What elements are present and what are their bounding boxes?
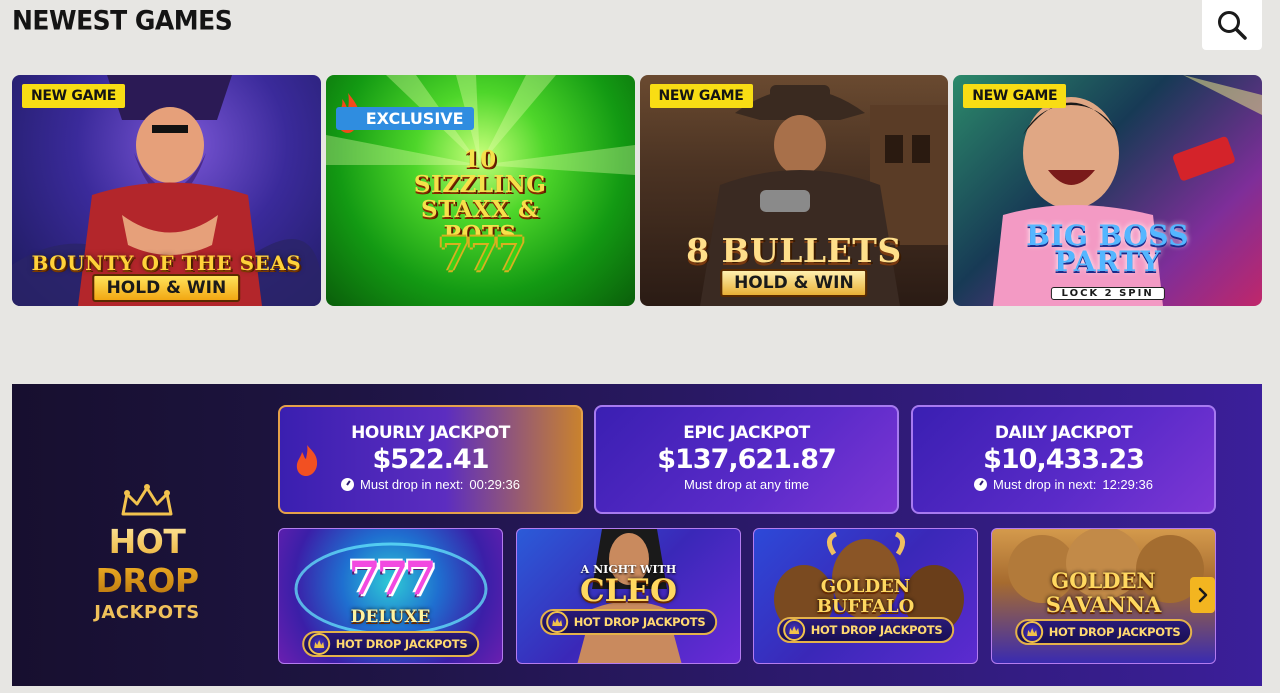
new-game-badge: NEW GAME: [649, 84, 753, 108]
crown-coin-icon: [782, 619, 805, 641]
tile-title: 777: [348, 551, 436, 605]
tile-title: CLEO: [579, 573, 678, 609]
tile-title: GOLDEN BUFFALO: [816, 576, 915, 617]
game-card-bounty-of-the-seas[interactable]: NEW GAME BOUNTY OF THE SEAS HOLD & WIN: [12, 75, 321, 306]
hot-drop-jackpots-label: HOT DROP JACKPOTS: [810, 623, 943, 637]
game-card-8-bullets[interactable]: NEW GAME 8 BULLETS HOLD & WIN: [639, 75, 949, 306]
jackpot-drop-time: 12:29:36: [1102, 477, 1153, 492]
crown-coin-icon: [307, 633, 330, 655]
jackpot-drop-info: Must drop at any time: [596, 477, 897, 492]
jackpots-subtitle: JACKPOTS: [94, 602, 200, 623]
jackpot-name: HOURLY JACKPOT: [351, 423, 510, 443]
game-subtitle: LOCK 2 SPIN: [1050, 287, 1165, 300]
game-title: 8 BULLETS: [686, 231, 902, 270]
game-title: BIG BOSS PARTY: [1026, 219, 1190, 278]
jackpot-name: DAILY JACKPOT: [994, 423, 1133, 443]
crown-icon: [121, 484, 173, 516]
exclusive-badge: EXCLUSIVE: [335, 107, 474, 130]
section-title: NEWEST GAMES: [12, 5, 233, 36]
jackpot-drop-label: Must drop in next:: [360, 477, 464, 492]
page: NEWEST GAMES NEW GAME BOUNTY OF THE SEAS…: [0, 0, 1280, 693]
hot-drop-jackpots-label: HOT DROP JACKPOTS: [335, 637, 468, 651]
hot-drop-jackpots-pill: HOT DROP JACKPOTS: [1014, 619, 1193, 645]
crown-coin-icon: [1020, 621, 1043, 643]
daily-jackpot-card[interactable]: DAILY JACKPOT $10,433.23 Must drop in ne…: [911, 405, 1216, 514]
new-game-badge: NEW GAME: [963, 84, 1067, 108]
game-tile-777-deluxe[interactable]: 777 DELUXE HOT DROP JACKPOTS: [278, 528, 503, 664]
hot-drop-jackpots-pill: HOT DROP JACKPOTS: [776, 617, 955, 643]
game-subtitle: HOLD & WIN: [92, 274, 241, 302]
hot-drop-jackpots-pill: HOT DROP JACKPOTS: [301, 631, 480, 657]
clock-icon: [341, 478, 355, 491]
hot-drop-jackpots-label: HOT DROP JACKPOTS: [1048, 625, 1181, 639]
hot-drop-jackpots-pill: HOT DROP JACKPOTS: [539, 609, 718, 635]
clock-icon: [974, 478, 988, 491]
hot-drop-jackpots-banner: HOT DROP JACKPOTS HOURLY JACKPOT $522.41…: [12, 384, 1262, 686]
hot-drop-jackpots-label: HOT DROP JACKPOTS: [573, 615, 706, 629]
hourly-jackpot-card[interactable]: HOURLY JACKPOT $522.41 Must drop in next…: [278, 405, 583, 514]
new-game-badge: NEW GAME: [22, 84, 126, 108]
tile-title: GOLDEN SAVANNA: [1045, 568, 1162, 617]
jackpot-amount: $522.41: [372, 444, 490, 475]
tile-subtitle: DELUXE: [350, 607, 431, 627]
game-tile-cleo[interactable]: A NIGHT WITH CLEO HOT DROP JACKPOTS: [516, 528, 741, 664]
jackpot-drop-time: 00:29:36: [469, 477, 520, 492]
search-icon: [1218, 11, 1247, 40]
jackpot-name: EPIC JACKPOT: [683, 423, 810, 443]
game-subtitle: HOLD & WIN: [720, 269, 868, 297]
hot-drop-logo: HOT DROP JACKPOTS: [52, 484, 242, 623]
game-title: BOUNTY OF THE SEAS: [31, 251, 302, 275]
jackpot-drop-info: Must drop in next: 00:29:36: [280, 477, 581, 492]
jackpot-drop-label: Must drop at any time: [684, 477, 809, 492]
game-subtitle: 777: [438, 227, 526, 281]
fire-icon: [296, 445, 318, 476]
jackpot-amount: $10,433.23: [983, 444, 1145, 475]
game-tile-golden-savanna[interactable]: GOLDEN SAVANNA HOT DROP JACKPOTS: [991, 528, 1216, 664]
carousel-next-button[interactable]: [1190, 577, 1215, 613]
jackpot-drop-info: Must drop in next: 12:29:36: [913, 477, 1214, 492]
hot-drop-title: HOT DROP: [52, 522, 242, 600]
game-tile-golden-buffalo[interactable]: GOLDEN BUFFALO HOT DROP JACKPOTS: [753, 528, 978, 664]
chevron-right-icon: [1198, 587, 1207, 603]
epic-jackpot-card[interactable]: EPIC JACKPOT $137,621.87 Must drop at an…: [594, 405, 899, 514]
jackpot-amount: $137,621.87: [657, 444, 837, 475]
crown-coin-icon: [545, 611, 568, 633]
jackpot-drop-label: Must drop in next:: [993, 477, 1097, 492]
search-button[interactable]: [1202, 0, 1262, 50]
newest-games-row: NEW GAME BOUNTY OF THE SEAS HOLD & WIN E…: [12, 75, 1262, 306]
game-card-sizzling-staxx[interactable]: EXCLUSIVE 10 SIZZLING STAXX & POTS 777: [325, 75, 635, 306]
game-card-big-boss-party[interactable]: NEW GAME BIG BOSS PARTY LOCK 2 SPIN: [953, 75, 1262, 306]
